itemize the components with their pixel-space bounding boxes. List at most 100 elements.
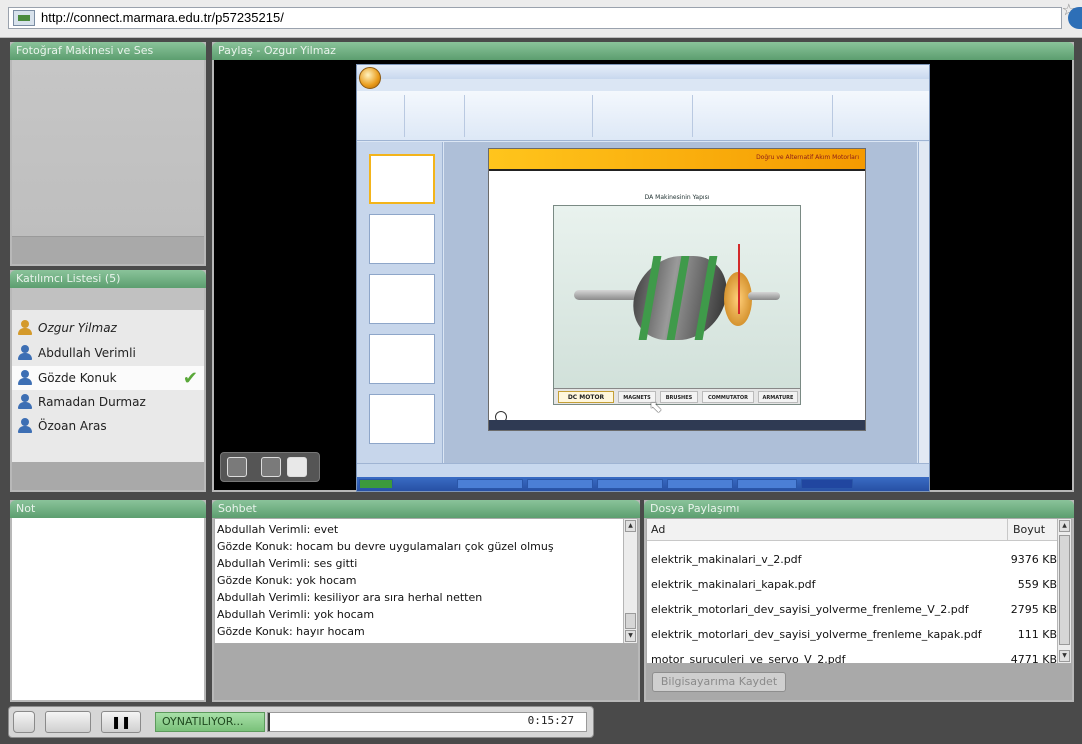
files-footer: Bilgisayarıma Kaydet bbox=[646, 664, 1072, 700]
exit-recording-icon[interactable] bbox=[45, 711, 91, 733]
participant-row[interactable]: Gözde Konuk ✔ bbox=[12, 366, 204, 390]
slide-thumbnail[interactable] bbox=[369, 154, 435, 204]
minimize-icon[interactable] bbox=[13, 711, 35, 733]
note-panel-title: Not bbox=[10, 500, 206, 518]
chat-message: Abdullah Verimli: kesiliyor ara sıra her… bbox=[217, 591, 483, 604]
chat-message: Abdullah Verimli: evet bbox=[217, 523, 339, 536]
files-panel: Dosya Paylaşımı Ad Boyut elektrik_makina… bbox=[644, 500, 1074, 702]
ppt-ribbon bbox=[357, 91, 929, 141]
playback-bar: ❚❚ OYNATILIYOR... 0:15:27 bbox=[8, 706, 594, 738]
participant-row[interactable]: Özoan Aras bbox=[12, 414, 204, 438]
participant-name: Abdullah Verimli bbox=[38, 346, 136, 360]
office-orb-icon bbox=[359, 67, 381, 89]
participants-footer bbox=[12, 462, 204, 490]
slide-thumbnail[interactable] bbox=[369, 214, 435, 264]
mouse-cursor-icon: ⬉ bbox=[649, 397, 663, 416]
playhead[interactable] bbox=[268, 713, 270, 731]
current-slide: Doğru ve Alternatif Akım Motorları DA Ma… bbox=[488, 148, 866, 431]
chat-panel-title: Sohbet bbox=[212, 500, 640, 518]
scroll-up-arrow-icon[interactable]: ▲ bbox=[1059, 520, 1070, 532]
motor-wire bbox=[738, 244, 740, 314]
scroll-down-arrow-icon[interactable]: ▼ bbox=[1059, 650, 1070, 662]
browser-logo-icon[interactable] bbox=[1068, 7, 1082, 29]
webcam-footer bbox=[12, 236, 204, 264]
motor-shaft-end bbox=[748, 292, 780, 300]
user-icon bbox=[18, 345, 32, 361]
participant-row[interactable]: Abdullah Verimli bbox=[12, 341, 204, 365]
file-size: 559 KB bbox=[1017, 578, 1057, 591]
shared-powerpoint-window: Doğru ve Alternatif Akım Motorları DA Ma… bbox=[356, 64, 930, 492]
chat-message: Gözde Konuk: hayır hocam bbox=[217, 625, 365, 638]
slide-motor-tabs: DC MOTOR MAGNETS BRUSHES COMMUTATOR ARMA… bbox=[554, 388, 800, 404]
scroll-thumb[interactable] bbox=[1059, 535, 1070, 645]
participants-toolbar bbox=[12, 288, 204, 310]
tab-brushes[interactable]: BRUSHES bbox=[660, 391, 698, 403]
pause-button[interactable]: ❚❚ bbox=[101, 711, 141, 733]
user-icon bbox=[18, 370, 32, 386]
files-table: Ad Boyut elektrik_makinalari_v_2.pdf 937… bbox=[646, 518, 1072, 666]
participant-row[interactable]: Ozgur Yilmaz bbox=[12, 316, 204, 340]
user-icon bbox=[18, 394, 32, 410]
fit-to-window-icon[interactable] bbox=[261, 457, 281, 477]
webcam-panel: Fotoğraf Makinesi ve Ses bbox=[10, 42, 206, 266]
participant-name: Özoan Aras bbox=[38, 419, 107, 433]
scroll-down-arrow-icon[interactable]: ▼ bbox=[625, 630, 636, 642]
participant-name: Ozgur Yilmaz bbox=[38, 321, 117, 335]
url-text[interactable]: http://connect.marmara.edu.tr/p57235215/ bbox=[41, 10, 284, 25]
address-bar: http://connect.marmara.edu.tr/p57235215/… bbox=[0, 0, 1082, 38]
site-icon bbox=[13, 10, 35, 26]
note-text-area[interactable] bbox=[12, 518, 204, 700]
share-screen[interactable]: Doğru ve Alternatif Akım Motorları DA Ma… bbox=[214, 60, 1072, 492]
note-panel: Not bbox=[10, 500, 206, 702]
full-screen-icon[interactable] bbox=[287, 457, 307, 477]
chat-message: Gözde Konuk: hocam bu devre uygulamaları… bbox=[217, 540, 554, 553]
url-field[interactable]: http://connect.marmara.edu.tr/p57235215/ bbox=[8, 7, 1062, 29]
tab-commutator[interactable]: COMMUTATOR bbox=[702, 391, 754, 403]
files-scrollbar[interactable]: ▲ ▼ bbox=[1057, 519, 1071, 663]
slide-thumbnail[interactable] bbox=[369, 394, 435, 444]
file-name: elektrik_makinalari_kapak.pdf bbox=[651, 578, 816, 591]
participant-name: Gözde Konuk bbox=[38, 371, 117, 385]
file-row[interactable]: elektrik_motorlari_dev_sayisi_yolverme_f… bbox=[647, 622, 1057, 647]
slide-footer bbox=[489, 420, 865, 430]
file-name: elektrik_motorlari_dev_sayisi_yolverme_f… bbox=[651, 603, 969, 616]
chat-message: Abdullah Verimli: yok hocam bbox=[217, 608, 375, 621]
dc-motor-figure: DC MOTOR MAGNETS BRUSHES COMMUTATOR ARMA… bbox=[553, 205, 801, 405]
files-panel-title: Dosya Paylaşımı bbox=[644, 500, 1074, 518]
file-row[interactable]: elektrik_makinalari_v_2.pdf 9376 KB bbox=[647, 547, 1057, 572]
webcam-area bbox=[12, 60, 204, 264]
chat-messages: Abdullah Verimli: evet Gözde Konuk: hoca… bbox=[214, 518, 638, 644]
motor-armature bbox=[626, 256, 734, 340]
participants-list: Ozgur Yilmaz Abdullah Verimli Gözde Konu… bbox=[12, 310, 204, 462]
ppt-vertical-scrollbar[interactable] bbox=[918, 142, 929, 463]
file-size: 9376 KB bbox=[1010, 553, 1057, 566]
slide-editing-area: Doğru ve Alternatif Akım Motorları DA Ma… bbox=[444, 142, 917, 463]
chat-panel: Sohbet Abdullah Verimli: evet Gözde Konu… bbox=[212, 500, 640, 702]
tab-dc-motor[interactable]: DC MOTOR bbox=[558, 391, 614, 403]
scroll-up-arrow-icon[interactable]: ▲ bbox=[625, 520, 636, 532]
minimize-share-button[interactable] bbox=[227, 457, 247, 477]
ppt-titlebar bbox=[357, 65, 929, 79]
participant-name: Ramadan Durmaz bbox=[38, 395, 146, 409]
participants-panel-title: Katılımcı Listesi (5) bbox=[10, 270, 206, 288]
column-header-size[interactable]: Boyut bbox=[1013, 519, 1045, 541]
share-view-controls bbox=[220, 452, 320, 482]
share-panel-title: Paylaş - Ozgur Yilmaz bbox=[212, 42, 1074, 60]
chat-input-area[interactable] bbox=[214, 644, 638, 700]
slide-thumbnail[interactable] bbox=[369, 334, 435, 384]
file-row[interactable]: elektrik_motorlari_dev_sayisi_yolverme_f… bbox=[647, 597, 1057, 622]
scroll-thumb[interactable] bbox=[625, 613, 636, 629]
slide-header-band: Doğru ve Alternatif Akım Motorları bbox=[489, 149, 865, 169]
save-to-computer-button[interactable]: Bilgisayarıma Kaydet bbox=[652, 672, 786, 692]
host-user-icon bbox=[18, 320, 32, 336]
file-row[interactable]: elektrik_makinalari_kapak.pdf 559 KB bbox=[647, 572, 1057, 597]
file-name: elektrik_makinalari_v_2.pdf bbox=[651, 553, 802, 566]
slide-thumbnails-pane bbox=[357, 142, 443, 463]
tab-armature[interactable]: ARMATURE bbox=[758, 391, 798, 403]
slide-band-text: Doğru ve Alternatif Akım Motorları bbox=[756, 154, 859, 161]
participant-row[interactable]: Ramadan Durmaz bbox=[12, 390, 204, 414]
column-header-name[interactable]: Ad bbox=[651, 519, 665, 541]
slide-thumbnail[interactable] bbox=[369, 274, 435, 324]
chat-scrollbar[interactable]: ▲ ▼ bbox=[623, 519, 637, 643]
playback-track[interactable]: 0:15:27 bbox=[267, 712, 587, 732]
